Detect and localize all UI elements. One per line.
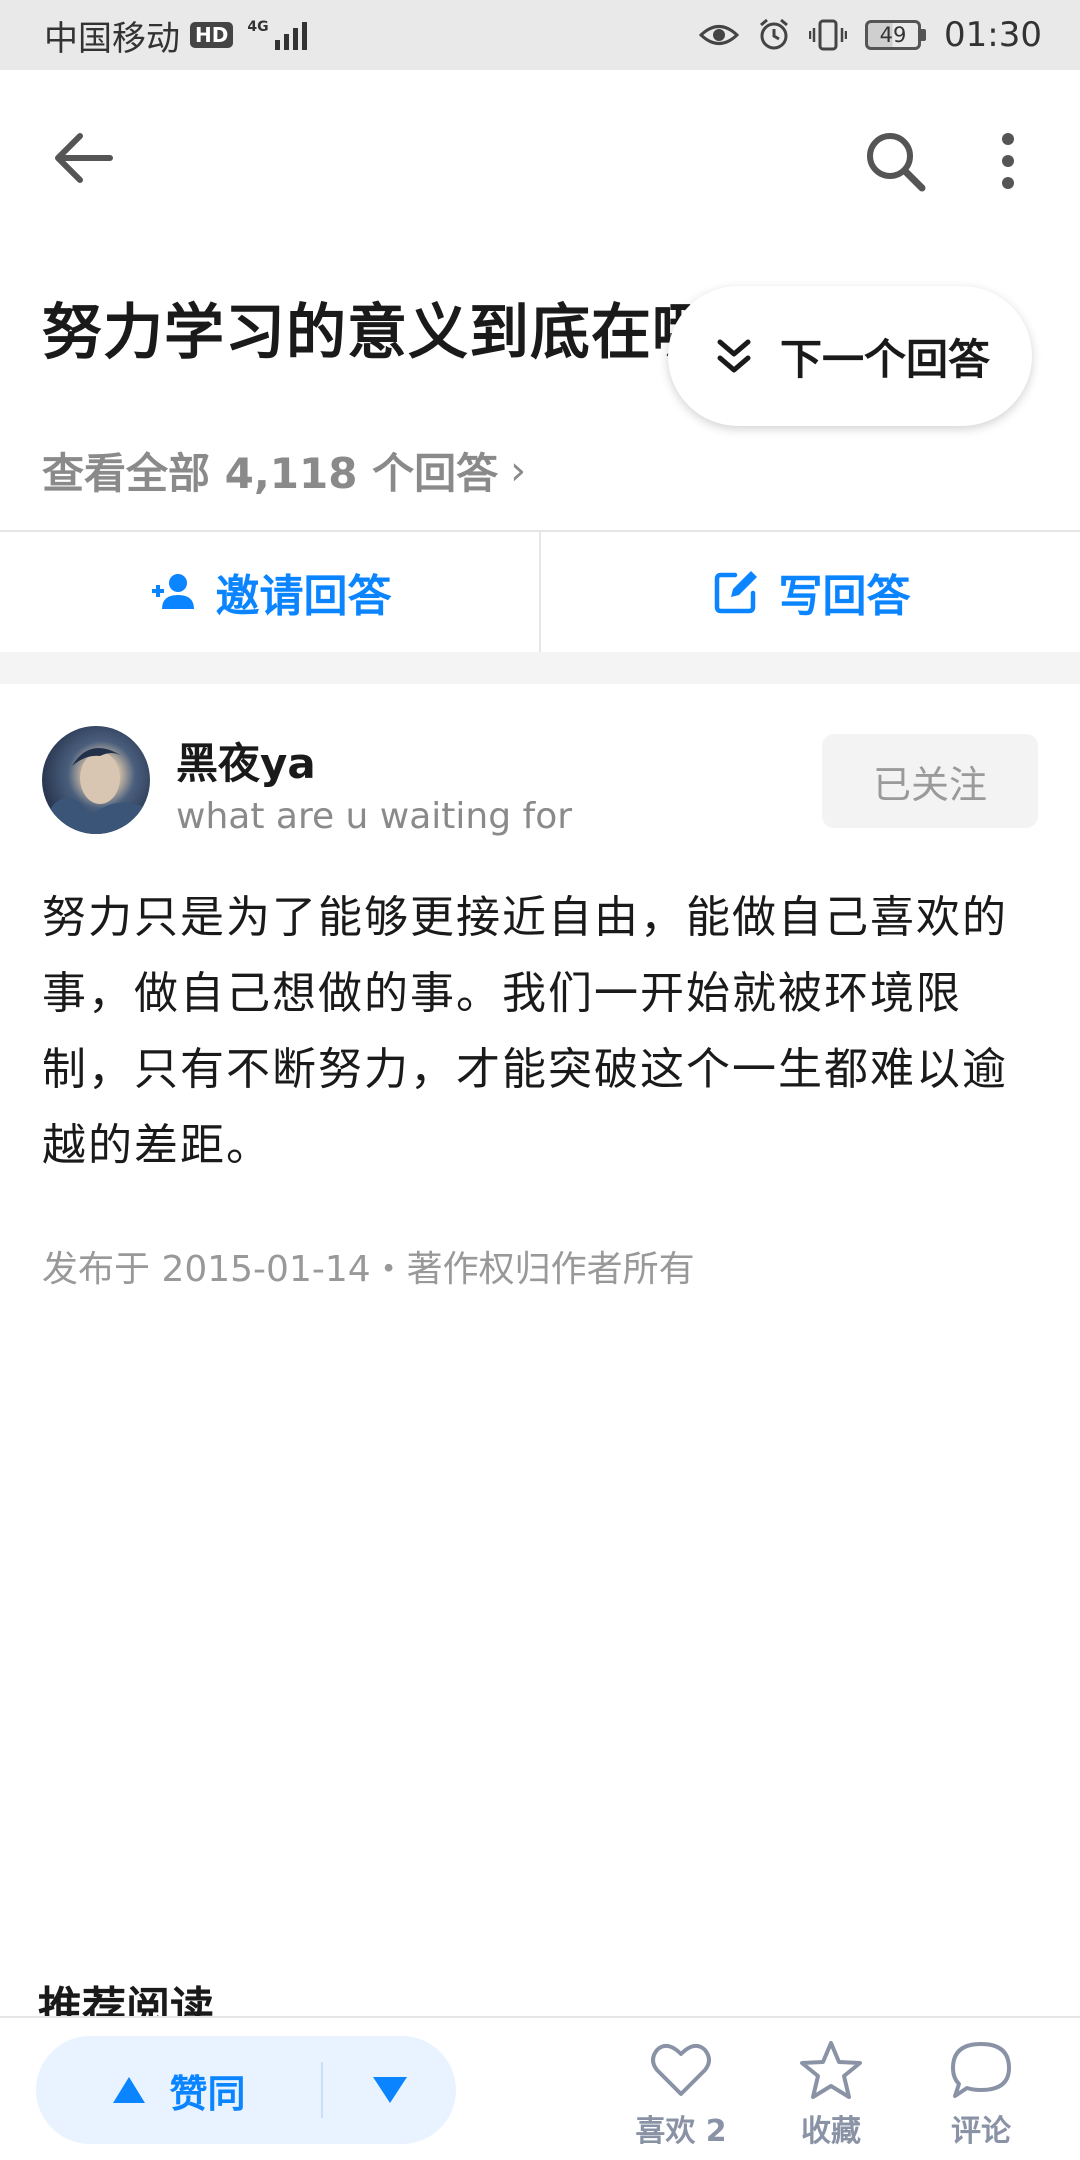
add-person-icon: [151, 574, 194, 609]
top-nav: [0, 70, 1080, 240]
invite-answer-label: 邀请回答: [215, 571, 392, 622]
answer-content: 努力只是为了能够更接近自由，能做自己喜欢的事，做自己想做的事。我们一开始就被环境…: [42, 892, 1008, 1171]
upvote-button[interactable]: 赞同: [36, 2036, 321, 2144]
battery-level: 49: [865, 20, 922, 50]
triangle-down-icon: [372, 2077, 407, 2103]
follow-button[interactable]: 已关注: [822, 734, 1038, 828]
invite-answer-button[interactable]: 邀请回答: [0, 532, 539, 652]
chevron-right-icon: ›: [510, 447, 527, 494]
star-icon: [800, 2041, 862, 2099]
question-title[interactable]: 努力学习的意义到底在哪: [42, 284, 702, 371]
network-type: 4G: [247, 19, 269, 35]
view-all-answers-link[interactable]: 查看全部 4,118 个回答 ›: [42, 440, 526, 501]
battery-icon: 49: [865, 20, 927, 50]
like-button[interactable]: 喜欢 2: [616, 2040, 746, 2150]
view-all-label: 查看全部 4,118 个回答: [42, 449, 499, 498]
next-answer-label: 下一个回答: [780, 334, 991, 384]
author-name[interactable]: 黑夜ya: [176, 730, 316, 791]
write-answer-label: 写回答: [778, 571, 911, 622]
answer-meta: 发布于 2015-01-14・著作权归作者所有: [42, 1249, 695, 1290]
next-answer-button[interactable]: 下一个回答: [668, 286, 1032, 426]
vote-control: 赞同: [36, 2036, 456, 2144]
bottom-action-bar: 赞同 喜欢 2 收藏 评论: [0, 2016, 1080, 2160]
back-arrow-icon[interactable]: [50, 128, 120, 188]
search-icon[interactable]: [862, 128, 928, 194]
double-chevron-down-icon: [717, 339, 751, 373]
author-bio: what are u waiting for: [176, 796, 573, 837]
carrier-name: 中国移动: [44, 18, 180, 59]
alarm-icon: [760, 18, 788, 50]
triangle-up-icon: [113, 2077, 146, 2103]
favorite-button[interactable]: 收藏: [766, 2040, 896, 2150]
status-bar: 中国移动 HD 4G 49 01:30: [0, 0, 1080, 70]
write-answer-button[interactable]: 写回答: [539, 532, 1080, 652]
like-label: 喜欢 2: [635, 2114, 727, 2149]
avatar[interactable]: [42, 726, 150, 834]
downvote-button[interactable]: [323, 2036, 456, 2144]
signal-icon: 4G: [247, 19, 307, 50]
clock: 01:30: [944, 15, 1042, 55]
vibrate-icon: [809, 19, 848, 51]
comment-bubble-icon: [951, 2042, 1011, 2098]
more-options-icon[interactable]: [990, 130, 1026, 192]
edit-icon: [714, 571, 757, 614]
comment-button[interactable]: 评论: [916, 2040, 1046, 2150]
hd-badge: HD: [190, 22, 234, 48]
heart-icon: [651, 2043, 711, 2096]
eye-comfort-icon: [699, 25, 740, 45]
favorite-label: 收藏: [801, 2114, 861, 2149]
upvote-label: 赞同: [169, 2071, 246, 2116]
section-divider: [0, 652, 1080, 684]
comment-label: 评论: [951, 2114, 1011, 2149]
question-action-bar: 邀请回答 写回答: [0, 530, 1080, 652]
